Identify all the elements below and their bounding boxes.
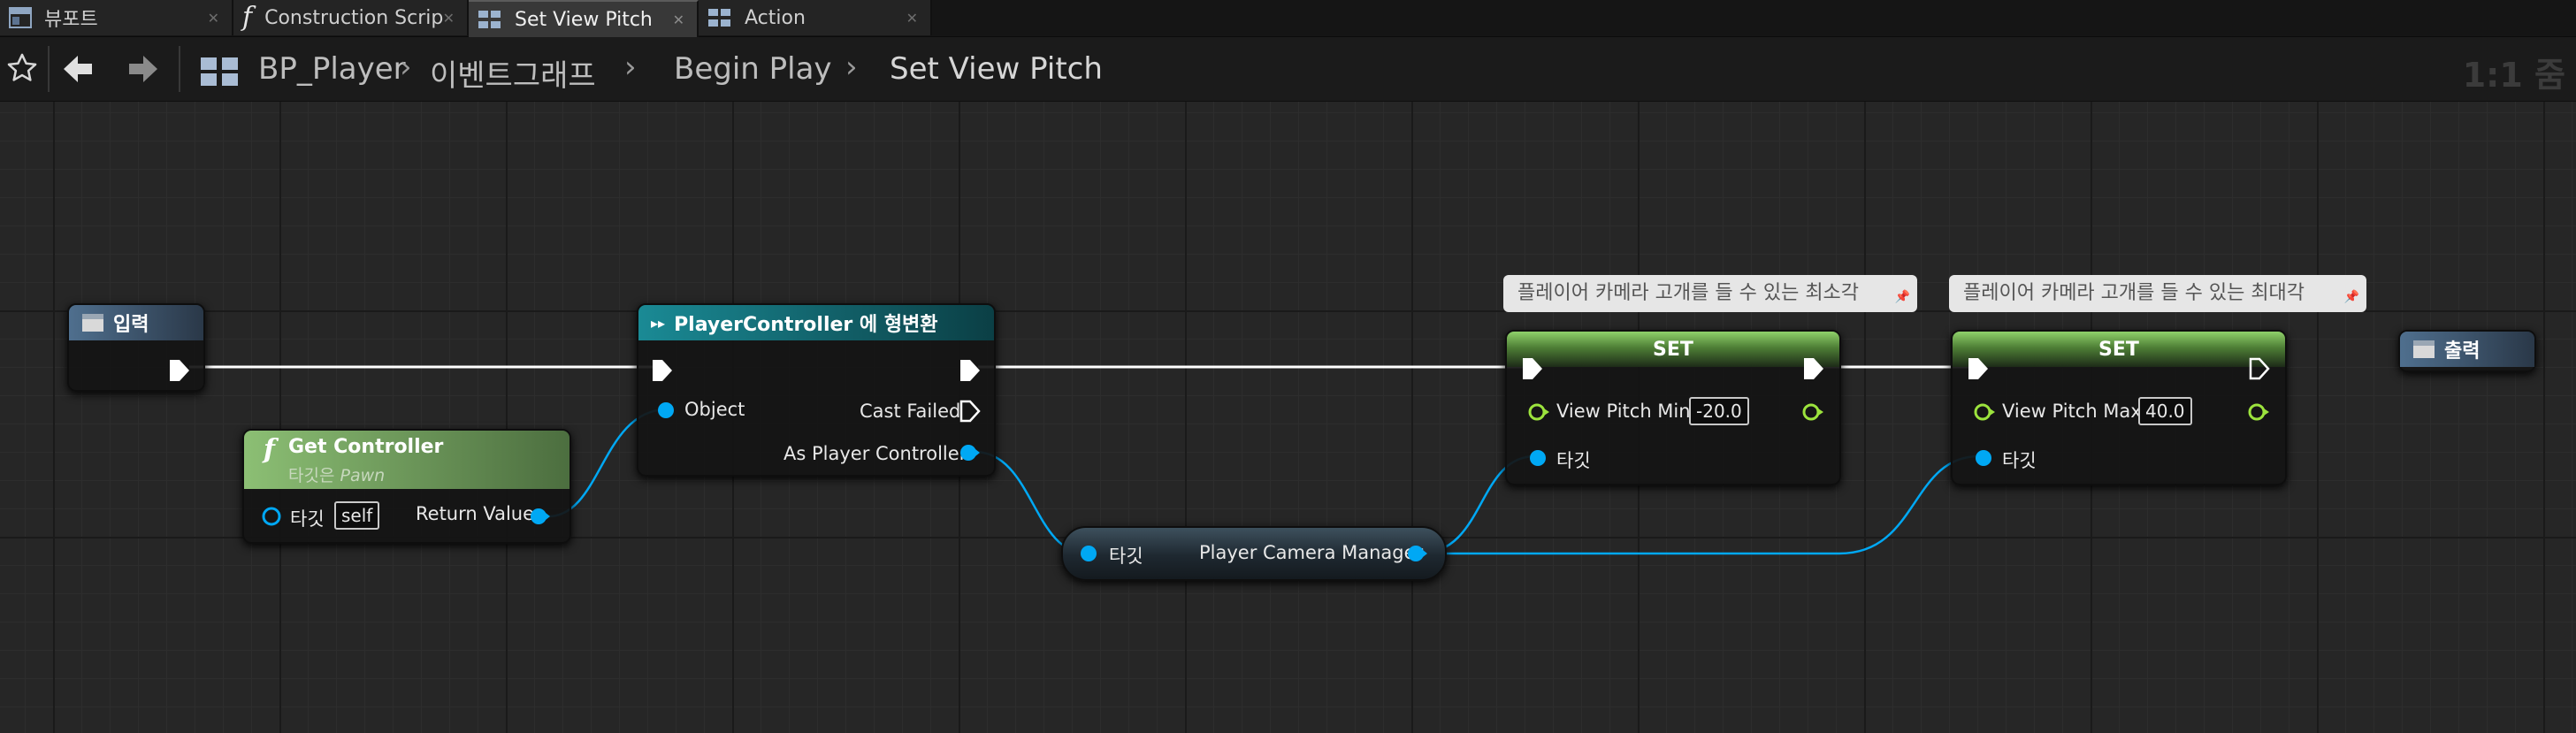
float-out-pin[interactable] <box>1800 401 1825 424</box>
entry-icon <box>82 314 103 332</box>
chevron-right-icon: › <box>400 50 412 85</box>
view-pitch-min-label: View Pitch Min <box>1556 401 1691 422</box>
float-out-pin[interactable] <box>2246 401 2271 424</box>
target-value[interactable]: self <box>334 501 380 530</box>
node-title: SET <box>1653 338 1693 361</box>
node-comment-bubble[interactable]: 플레이어 카메라 고개를 들 수 있는 최소각 📌 <box>1503 275 1917 312</box>
divider <box>179 46 180 92</box>
node-title: 출력 <box>2444 340 2480 363</box>
forward-arrow-icon[interactable] <box>126 53 161 88</box>
player-camera-manager-label: Player Camera Manager <box>1199 542 1424 563</box>
as-player-controller-pin[interactable] <box>957 441 980 464</box>
function-icon: f <box>264 434 275 465</box>
node-header: SET <box>1507 332 1839 367</box>
tab-label: Construction Scrip <box>264 6 444 29</box>
as-player-controller-label: As Player Controller <box>784 443 967 464</box>
comment-text: 플레이어 카메라 고개를 들 수 있는 최소각 <box>1517 282 1860 304</box>
cast-node[interactable]: ▸▸ PlayerController 에 형변환 Object Cast Fa… <box>637 303 996 477</box>
close-icon[interactable]: ✕ <box>906 10 918 27</box>
object-in-pin[interactable] <box>654 399 677 422</box>
pin-comment-icon[interactable]: 📌 <box>2344 279 2359 316</box>
float-in-pin[interactable] <box>1526 401 1551 424</box>
breadcrumb-item-begin-play[interactable]: Begin Play <box>674 51 832 87</box>
view-pitch-min-value[interactable]: -20.0 <box>1689 397 1749 425</box>
function-icon: f <box>242 2 253 33</box>
node-title: 입력 <box>113 314 149 336</box>
graph-breadcrumb-bar: BP_Player › 이벤트그래프 › Begin Play › Set Vi… <box>0 37 2576 102</box>
tab-label: 뷰포트 <box>44 9 98 31</box>
target-in-pin[interactable] <box>1526 447 1549 470</box>
function-return-node[interactable]: 출력 <box>2398 330 2536 372</box>
blueprint-graph-canvas[interactable]: 입력 f Get Controller 타깃은 Pawn 타깃 self Ret… <box>0 102 2576 733</box>
float-in-pin[interactable] <box>1972 401 1997 424</box>
node-subtitle: 타깃은 Pawn <box>288 466 386 485</box>
pin-comment-icon[interactable]: 📌 <box>1895 279 1910 316</box>
player-camera-manager-pin[interactable] <box>1404 542 1427 565</box>
node-header: SET <box>1953 332 2285 367</box>
cast-icon: ▸▸ <box>651 314 666 332</box>
divider <box>48 46 50 92</box>
breadcrumb-item-set-view-pitch[interactable]: Set View Pitch <box>890 51 1103 87</box>
view-pitch-max-label: View Pitch Max <box>2002 401 2142 422</box>
node-title: Get Controller <box>288 436 444 458</box>
exec-out-pin[interactable] <box>2248 356 2271 381</box>
viewport-icon <box>9 7 32 28</box>
node-title: SET <box>2098 338 2139 361</box>
blueprint-icon <box>200 57 241 90</box>
document-tab-bar: 뷰포트 ✕ f Construction Scrip ✕ Set View Pi… <box>0 0 2576 37</box>
node-header: 출력 <box>2400 332 2534 367</box>
chevron-right-icon: › <box>624 50 637 85</box>
tab-label: Action <box>745 6 806 29</box>
exec-out-pin[interactable] <box>168 358 191 383</box>
target-in-pin[interactable] <box>260 505 283 528</box>
target-label: 타깃 <box>1109 546 1143 567</box>
star-icon[interactable] <box>5 51 39 88</box>
object-label: Object <box>684 399 745 420</box>
tab-construction-script[interactable]: f Construction Scrip ✕ <box>233 0 469 35</box>
tab-action[interactable]: Action ✕ <box>699 0 932 35</box>
exec-in-pin[interactable] <box>1521 356 1544 381</box>
tab-viewport[interactable]: 뷰포트 ✕ <box>0 0 233 35</box>
back-arrow-icon[interactable] <box>60 53 96 88</box>
tab-label: Set View Pitch <box>515 8 653 31</box>
target-label: 타깃 <box>290 508 325 530</box>
set-view-pitch-max-node[interactable]: SET View Pitch Max 40.0 타깃 <box>1951 330 2287 485</box>
exec-out-pin[interactable] <box>1802 356 1825 381</box>
node-header: ▸▸ PlayerController 에 형변환 <box>638 305 994 340</box>
get-controller-node[interactable]: f Get Controller 타깃은 Pawn 타깃 self Return… <box>242 429 571 544</box>
comment-text: 플레이어 카메라 고개를 들 수 있는 최대각 <box>1963 282 2305 304</box>
set-view-pitch-min-node[interactable]: SET View Pitch Min -20.0 타깃 <box>1505 330 1841 485</box>
node-title: PlayerController 에 형변환 <box>674 314 938 336</box>
breadcrumb-item-event-graph[interactable]: 이벤트그래프 <box>430 51 596 95</box>
chevron-right-icon: › <box>845 50 858 85</box>
close-icon[interactable]: ✕ <box>673 11 684 28</box>
close-icon[interactable]: ✕ <box>208 10 219 27</box>
tab-set-view-pitch[interactable]: Set View Pitch ✕ <box>469 0 699 37</box>
cast-failed-exec-pin[interactable] <box>959 399 982 424</box>
close-icon[interactable]: ✕ <box>443 10 455 27</box>
node-header: 입력 <box>69 305 203 340</box>
return-icon <box>2413 340 2435 358</box>
return-value-label: Return Value <box>416 503 535 524</box>
graph-icon <box>707 7 732 28</box>
node-header: f Get Controller 타깃은 Pawn <box>244 431 569 489</box>
target-label: 타깃 <box>2002 450 2037 471</box>
view-pitch-max-value[interactable]: 40.0 <box>2138 397 2192 425</box>
exec-in-pin[interactable] <box>1967 356 1990 381</box>
node-comment-bubble[interactable]: 플레이어 카메라 고개를 들 수 있는 최대각 📌 <box>1949 275 2366 312</box>
exec-in-pin[interactable] <box>651 358 674 383</box>
breadcrumb-item-bp-player[interactable]: BP_Player <box>258 51 406 87</box>
function-entry-node[interactable]: 입력 <box>67 303 205 392</box>
target-label: 타깃 <box>1556 450 1591 471</box>
exec-out-pin[interactable] <box>959 358 982 383</box>
graph-icon <box>478 9 502 30</box>
target-in-pin[interactable] <box>1077 542 1100 565</box>
player-camera-manager-node[interactable]: 타깃 Player Camera Manager <box>1061 526 1447 581</box>
zoom-level: 1:1 줌 <box>2462 56 2565 95</box>
return-value-pin[interactable] <box>527 505 550 528</box>
target-in-pin[interactable] <box>1972 447 1995 470</box>
cast-failed-label: Cast Failed <box>860 401 961 422</box>
